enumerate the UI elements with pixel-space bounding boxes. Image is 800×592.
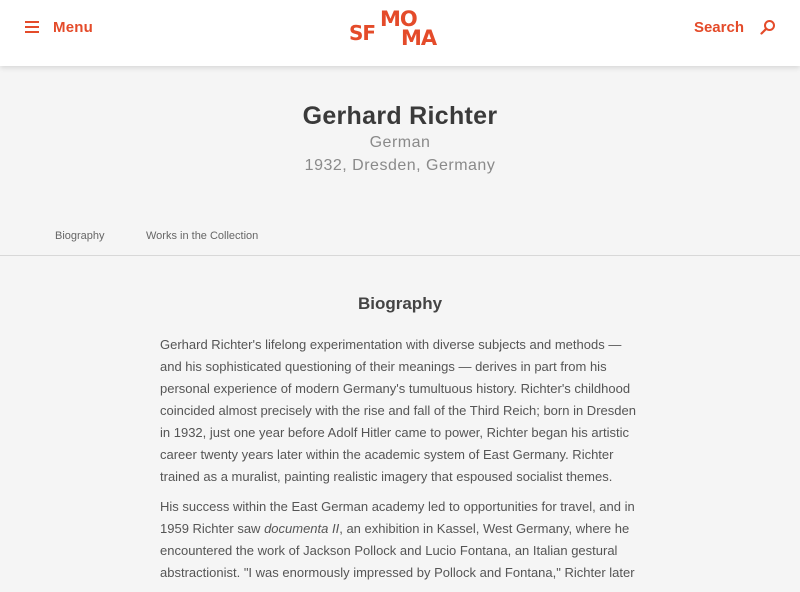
tab-biography[interactable]: Biography (55, 230, 105, 242)
search-button[interactable]: Search (694, 16, 776, 38)
artist-nationality: German (369, 134, 431, 151)
logo-text-sf: SF (349, 21, 376, 45)
biography-text: Gerhard Richter's lifelong experimentati… (160, 334, 636, 592)
biography-paragraph-1: Gerhard Richter's lifelong experimentati… (160, 337, 636, 484)
artist-name: Gerhard Richter (302, 102, 498, 130)
search-label: Search (693, 18, 744, 36)
section-tabs: Biography Works in the Collection (0, 222, 800, 256)
biography-title: Biography (357, 294, 443, 313)
biography-paragraph-2: His success within the East German acade… (160, 496, 636, 584)
tab-works-in-collection[interactable]: Works in the Collection (146, 230, 258, 242)
hamburger-icon (25, 21, 39, 33)
artist-birth: 1932, Dresden, Germany (304, 157, 496, 174)
sfmoma-logo[interactable]: SF MO MA (349, 7, 453, 50)
menu-label: Menu (53, 18, 93, 36)
site-header: Menu SF MO MA Search (0, 0, 800, 66)
logo-text-ma: MA (401, 26, 437, 50)
menu-button[interactable]: Menu (25, 16, 93, 38)
documenta-title: documenta II (264, 521, 340, 536)
search-icon (760, 20, 775, 35)
artist-header: Gerhard Richter German 1932, Dresden, Ge… (0, 66, 800, 214)
